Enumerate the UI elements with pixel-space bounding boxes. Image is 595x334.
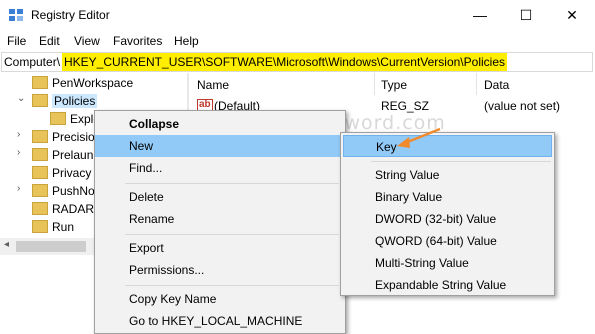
menu-help[interactable]: Help	[174, 34, 199, 48]
menu-rename[interactable]: Rename	[95, 208, 379, 230]
menu-new-expandable-string-value[interactable]: Expandable String Value	[341, 274, 588, 296]
menu-separator	[125, 183, 339, 184]
folder-icon	[32, 220, 48, 233]
window-title: Registry Editor	[31, 8, 110, 22]
menu-copy-key-name[interactable]: Copy Key Name	[95, 288, 379, 310]
menu-collapse[interactable]: Collapse	[95, 113, 379, 135]
menu-new-dword-value[interactable]: DWORD (32-bit) Value	[341, 208, 588, 230]
folder-icon	[32, 148, 48, 161]
menu-permissions[interactable]: Permissions...	[95, 259, 379, 281]
folder-icon	[32, 202, 48, 215]
scroll-thumb[interactable]	[16, 241, 86, 252]
menu-delete[interactable]: Delete	[95, 186, 379, 208]
address-computer-label: Computer\	[4, 55, 61, 69]
folder-icon	[32, 130, 48, 143]
folder-icon	[32, 76, 48, 89]
menu-new-string-value[interactable]: String Value	[341, 164, 588, 186]
menu-new-binary-value[interactable]: Binary Value	[341, 186, 588, 208]
close-button[interactable]: ✕	[549, 0, 595, 31]
registry-editor-icon	[9, 9, 23, 21]
tree-item-policies[interactable]: Policies	[32, 92, 98, 110]
menu-edit[interactable]: Edit	[39, 34, 60, 48]
menu-new-qword-value[interactable]: QWORD (64-bit) Value	[341, 230, 588, 252]
menu-new[interactable]: New ›	[95, 135, 379, 157]
menu-separator	[125, 234, 339, 235]
new-submenu: Key String Value Binary Value DWORD (32-…	[340, 132, 555, 296]
column-header-type[interactable]: Type	[381, 78, 407, 92]
column-divider[interactable]	[476, 73, 477, 95]
value-type: REG_SZ	[381, 99, 430, 113]
folder-icon	[50, 112, 66, 125]
menu-find[interactable]: Find...	[95, 157, 379, 179]
maximize-button[interactable]: ☐	[503, 0, 549, 31]
folder-icon	[32, 184, 48, 197]
menu-separator	[125, 285, 339, 286]
column-header-data[interactable]: Data	[484, 78, 509, 92]
menu-goto-hklm[interactable]: Go to HKEY_LOCAL_MACHINE	[95, 310, 379, 332]
menu-file[interactable]: File	[7, 34, 26, 48]
folder-icon	[32, 94, 48, 107]
tree-item-radar[interactable]: RADAR	[32, 200, 94, 218]
menu-new-key[interactable]: Key	[343, 135, 552, 157]
menu-favorites[interactable]: Favorites	[113, 34, 162, 48]
context-menu: Collapse New › Find... Delete Rename Exp…	[94, 110, 379, 334]
menu-export[interactable]: Export	[95, 237, 379, 259]
menu-new-multi-string-value[interactable]: Multi-String Value	[341, 252, 588, 274]
column-header-name[interactable]: Name	[197, 78, 229, 92]
tree-item-prelaunch[interactable]: Prelaun	[32, 146, 93, 164]
menu-separator	[371, 161, 551, 162]
tree-item-explorer[interactable]: Explo	[50, 110, 100, 128]
minimize-button[interactable]: —	[457, 0, 503, 31]
value-data: (value not set)	[484, 99, 561, 113]
scroll-left-icon[interactable]: ◂	[4, 239, 9, 250]
tree-item-pushnotifications[interactable]: PushNo	[32, 182, 95, 200]
tree-item-precision[interactable]: Precisio	[32, 128, 95, 146]
address-path[interactable]: HKEY_CURRENT_USER\SOFTWARE\Microsoft\Win…	[62, 53, 507, 71]
folder-icon	[32, 166, 48, 179]
column-divider[interactable]	[374, 73, 375, 95]
chevron-down-icon[interactable]: ⌄	[17, 93, 25, 104]
chevron-right-icon[interactable]: ›	[17, 147, 20, 158]
tree-item-penworkspace[interactable]: PenWorkspace	[32, 74, 133, 92]
pointer-arrow-icon	[397, 127, 441, 148]
tree-item-privacy[interactable]: Privacy	[32, 164, 91, 182]
menu-view[interactable]: View	[74, 34, 100, 48]
menu-new-label: New	[129, 139, 154, 153]
chevron-right-icon[interactable]: ›	[17, 129, 20, 140]
chevron-right-icon[interactable]: ›	[17, 183, 20, 194]
tree-item-run[interactable]: Run	[32, 218, 74, 236]
